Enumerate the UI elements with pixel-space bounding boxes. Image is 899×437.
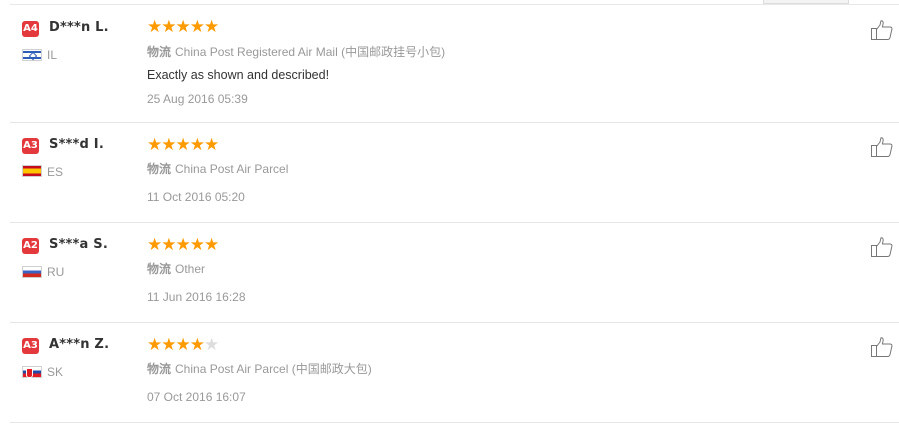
star-filled-icon: ★ xyxy=(189,235,205,255)
buyer-name: S***d I. xyxy=(49,137,104,152)
star-filled-icon: ★ xyxy=(161,135,177,155)
star-filled-icon: ★ xyxy=(161,335,177,355)
thumbs-up-icon[interactable] xyxy=(870,19,894,41)
russia-flag-icon xyxy=(22,266,42,278)
buyer-country: ES xyxy=(47,165,64,179)
review-item: A3 S***d I. ES ★★★★★ 物流 China Post Air Pa… xyxy=(10,122,899,223)
star-filled-icon: ★ xyxy=(204,235,220,255)
logistics-method: Other xyxy=(175,262,206,276)
star-filled-icon: ★ xyxy=(204,17,220,37)
review-date: 07 Oct 2016 16:07 xyxy=(147,390,246,404)
star-empty-icon: ★ xyxy=(204,335,220,355)
logistics-label: 物流 xyxy=(147,162,172,176)
logistics-label: 物流 xyxy=(147,262,172,276)
logistics-method: China Post Air Parcel (中国邮政大包) xyxy=(175,362,372,376)
logistics-method: China Post Registered Air Mail (中国邮政挂号小包… xyxy=(175,45,446,59)
buyer-name: S***a S. xyxy=(49,237,108,252)
star-filled-icon: ★ xyxy=(175,335,191,355)
logistics-method: China Post Air Parcel xyxy=(175,162,289,176)
top-tab-edge xyxy=(763,0,849,4)
buyer-name: A***n Z. xyxy=(49,337,110,352)
buyer-level-badge: A2 xyxy=(22,238,39,254)
israel-flag-icon xyxy=(22,49,42,61)
thumbs-up-icon[interactable] xyxy=(870,336,894,358)
review-item: A4 D***n L. IL ★★★★★ 物流 China Post Regist… xyxy=(10,5,899,123)
buyer-level-badge: A4 xyxy=(22,21,39,37)
review-date: 11 Jun 2016 16:28 xyxy=(147,290,246,304)
review-date: 11 Oct 2016 05:20 xyxy=(147,190,245,204)
star-filled-icon: ★ xyxy=(147,235,163,255)
logistics-info: 物流 China Post Registered Air Mail (中国邮政挂号… xyxy=(147,43,445,60)
star-filled-icon: ★ xyxy=(204,135,220,155)
rating-stars: ★★★★★ xyxy=(147,335,220,355)
star-filled-icon: ★ xyxy=(147,17,163,37)
buyer-level-badge: A3 xyxy=(22,338,39,354)
review-item: A3 A***n Z. SK ★★★★★ 物流 China Post Air Pa… xyxy=(10,322,899,423)
logistics-info: 物流 China Post Air Parcel (中国邮政大包) xyxy=(147,360,372,377)
review-date: 25 Aug 2016 05:39 xyxy=(147,92,248,106)
rating-stars: ★★★★★ xyxy=(147,17,220,37)
rating-stars: ★★★★★ xyxy=(147,235,220,255)
logistics-label: 物流 xyxy=(147,362,172,376)
star-filled-icon: ★ xyxy=(147,335,163,355)
thumbs-up-icon[interactable] xyxy=(870,236,894,258)
star-filled-icon: ★ xyxy=(175,135,191,155)
review-item: A2 S***a S. RU ★★★★★ 物流 Other 11 Jun 2016… xyxy=(10,222,899,323)
buyer-country: RU xyxy=(47,265,65,279)
logistics-info: 物流 China Post Air Parcel xyxy=(147,160,288,177)
star-filled-icon: ★ xyxy=(161,17,177,37)
star-filled-icon: ★ xyxy=(189,135,205,155)
buyer-country: SK xyxy=(47,365,64,379)
rating-stars: ★★★★★ xyxy=(147,135,220,155)
star-filled-icon: ★ xyxy=(147,135,163,155)
buyer-country: IL xyxy=(47,48,58,62)
buyer-level-badge: A3 xyxy=(22,138,39,154)
logistics-info: 物流 Other xyxy=(147,260,205,277)
star-filled-icon: ★ xyxy=(161,235,177,255)
spain-flag-icon xyxy=(22,165,42,177)
buyer-name: D***n L. xyxy=(49,20,109,35)
feedback-text: Exactly as shown and described! xyxy=(147,68,330,82)
star-filled-icon: ★ xyxy=(189,17,205,37)
thumbs-up-icon[interactable] xyxy=(870,136,894,158)
slovakia-flag-icon xyxy=(22,366,42,378)
logistics-label: 物流 xyxy=(147,45,172,59)
star-filled-icon: ★ xyxy=(189,335,205,355)
star-filled-icon: ★ xyxy=(175,17,191,37)
star-filled-icon: ★ xyxy=(175,235,191,255)
